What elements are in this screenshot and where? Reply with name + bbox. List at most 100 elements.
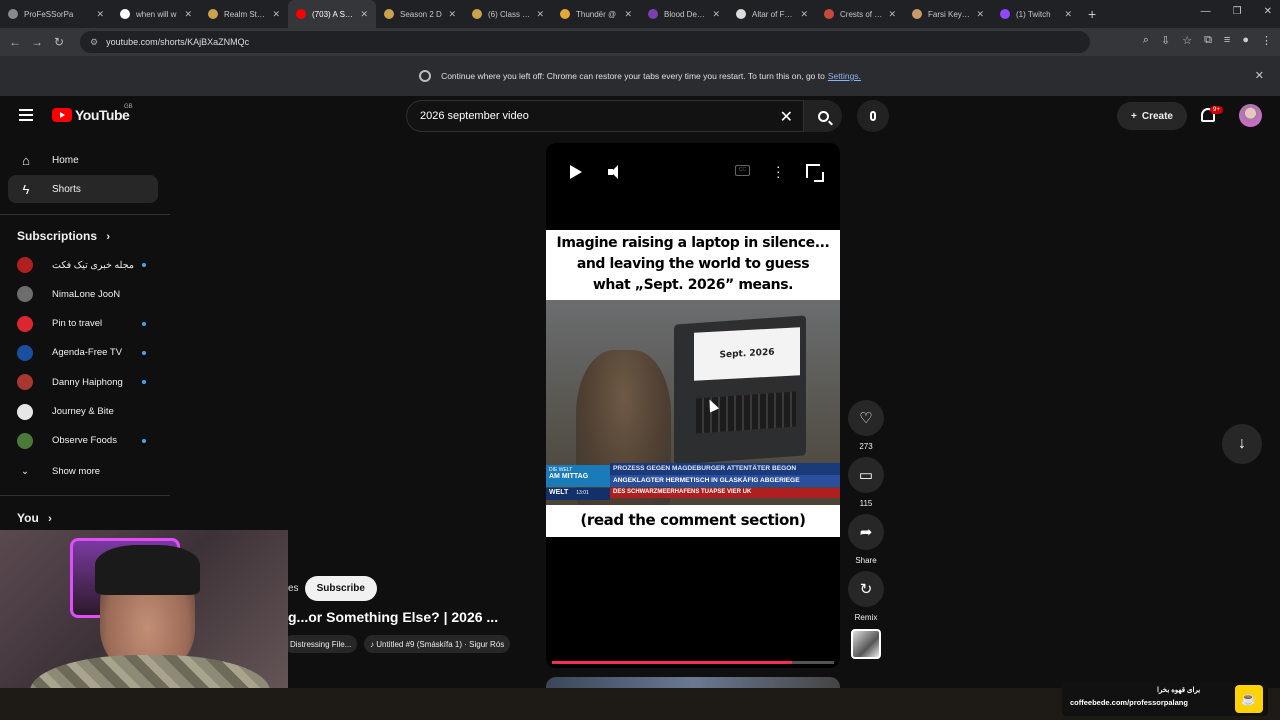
account-avatar[interactable] [1239,104,1262,127]
profile-icon[interactable]: ● [1242,34,1249,47]
ticker-headline: PROZESS GEGEN MAGDEBURGER ATTENTÄTER BEG… [610,463,840,475]
short-title[interactable]: g...or Something Else? | 2026 ... [288,609,498,625]
comment-icon[interactable]: ▭ [848,457,884,493]
chevron-right-icon: › [48,513,52,525]
browser-tab[interactable]: (1) Twitch ✕ [992,0,1080,28]
voice-search-button[interactable] [857,100,889,132]
remix-action[interactable]: ↻ Remix [848,571,884,622]
address-bar[interactable]: ⚙ youtube.com/shorts/KAjBXaZNMQc [80,31,1090,53]
close-tab-icon[interactable]: ✕ [536,9,544,20]
browser-tab[interactable]: Blood Death ✕ [640,0,728,28]
tab-favicon-icon [1000,9,1010,19]
fullscreen-icon[interactable] [806,164,824,182]
tab-title: (6) Class Tur [488,9,531,19]
bookmark-star-icon[interactable]: ☆ [1182,34,1192,47]
minimize-icon[interactable]: — [1201,6,1211,17]
close-tab-icon[interactable]: ✕ [448,9,456,20]
extensions-icon[interactable]: ⧉ [1204,34,1212,47]
create-button[interactable]: + Create [1117,102,1187,130]
close-tab-icon[interactable]: ✕ [976,9,984,20]
browser-tab[interactable]: Realm Statu ✕ [200,0,288,28]
settings-link[interactable]: Settings. [828,71,861,81]
webcam-hat [95,545,200,595]
close-tab-icon[interactable]: ✕ [272,9,280,20]
subscription-item[interactable]: Observe Foods [17,428,152,454]
share-icon[interactable]: ➦ [848,514,884,550]
show-more-button[interactable]: ⌄ Show more [17,458,152,484]
subscription-label: Danny Haiphong [52,376,123,388]
audio-track-thumbnail[interactable] [851,629,881,659]
close-tab-icon[interactable]: ✕ [184,9,192,20]
subscription-item[interactable]: Pin to travel [17,311,152,337]
like-action[interactable]: ♡ 273 [848,400,884,451]
sidebar-item-home[interactable]: ⌂ Home [8,146,158,174]
close-tab-icon[interactable]: ✕ [96,9,104,20]
media-icon[interactable]: ≡ [1224,34,1230,47]
close-tab-icon[interactable]: ✕ [360,9,368,20]
browser-tab[interactable]: Thundër @ ✕ [552,0,640,28]
subscription-label: Observe Foods [52,435,117,447]
share-action[interactable]: ➦ Share [848,514,884,565]
tab-favicon-icon [384,9,394,19]
short-video-player[interactable]: CC · · · Imagine raising a laptop in silen… [546,143,840,668]
forward-icon[interactable]: → [26,35,48,49]
back-icon[interactable]: ← [4,35,26,49]
more-options-icon[interactable]: · · · [776,159,781,183]
subscriptions-heading[interactable]: Subscriptions › [17,229,110,243]
donation-overlay: برای قهوه بخرا coffeebede.com/professorp… [1062,682,1268,716]
subscription-label: Agenda-Free TV [52,347,123,359]
browser-tab[interactable]: Season 2 D ✕ [376,0,464,28]
audio-pill[interactable]: ♪ Untitled #9 (Smáskífa 1) · Sigur Rós [364,635,511,653]
next-short-arrow-icon[interactable]: ↓ [1222,424,1262,464]
subscription-item[interactable]: Agenda-Free TV [17,340,152,366]
restore-icon[interactable]: ❐ [1233,6,1242,17]
you-heading[interactable]: You › [17,511,52,525]
close-infobar-icon[interactable]: ✕ [1255,69,1264,82]
subscription-label: NimaLone JooN [52,288,121,300]
browser-tab[interactable]: ProFeSSorPa ✕ [0,0,112,28]
like-icon[interactable]: ♡ [848,400,884,436]
browser-tab[interactable]: when will w ✕ [112,0,200,28]
search-button[interactable] [804,100,842,132]
subscription-item[interactable]: NimaLone JooN [17,281,152,307]
close-tab-icon[interactable]: ✕ [1064,9,1072,20]
install-icon[interactable]: ⇩ [1161,34,1170,47]
search-input[interactable]: 2026 september video ✕ [406,100,804,132]
close-tab-icon[interactable]: ✕ [888,9,896,20]
close-tab-icon[interactable]: ✕ [712,9,720,20]
new-tab-button[interactable]: + [1080,6,1104,22]
close-tab-icon[interactable]: ✕ [624,9,632,20]
tab-favicon-icon [560,9,570,19]
menu-kebab-icon[interactable]: ⋮ [1261,34,1272,47]
close-tab-icon[interactable]: ✕ [800,9,808,20]
browser-tab[interactable]: Altar of Fang ✕ [728,0,816,28]
browser-tab[interactable]: Crests of the ✕ [816,0,904,28]
subscribe-button[interactable]: Subscribe [304,575,377,601]
comment-action[interactable]: ▭ 115 [848,457,884,508]
browser-tab[interactable]: Farsi Keybo ✕ [904,0,992,28]
subscription-item[interactable]: Danny Haiphong [17,369,152,395]
close-window-icon[interactable]: ✕ [1264,6,1272,17]
subscription-item[interactable]: Journey & Bite [17,399,152,425]
new-content-dot [142,380,146,385]
browser-tab-strip: ProFeSSorPa ✕ when will w ✕ Realm Statu ✕ (703… [0,0,1280,28]
tab-title: Crests of the [840,9,883,19]
browser-tab[interactable]: (703) A Silen ✕ [288,0,376,28]
subscription-item[interactable]: مجله خبری تیک فکت [17,252,152,278]
remix-icon[interactable]: ↻ [848,571,884,607]
tag-pill[interactable]: Distressing File... [284,635,358,653]
youtube-header: YouTube GB 2026 september video ✕ + Crea… [0,96,1280,136]
site-info-icon[interactable]: ⚙ [90,37,98,48]
video-progress-bar[interactable] [552,661,834,664]
channel-avatar [17,344,33,361]
browser-tab[interactable]: (6) Class Tur ✕ [464,0,552,28]
captions-icon[interactable]: CC [735,165,750,176]
clear-search-icon[interactable]: ✕ [780,107,793,127]
zoom-icon[interactable]: ⌕ [1143,34,1149,47]
reload-icon[interactable]: ↻ [48,35,70,49]
sidebar-item-shorts[interactable]: ϟ Shorts [8,175,158,203]
play-icon[interactable] [570,165,582,179]
menu-icon[interactable] [19,109,33,121]
volume-icon[interactable] [608,164,624,180]
youtube-logo[interactable]: YouTube [52,107,130,123]
